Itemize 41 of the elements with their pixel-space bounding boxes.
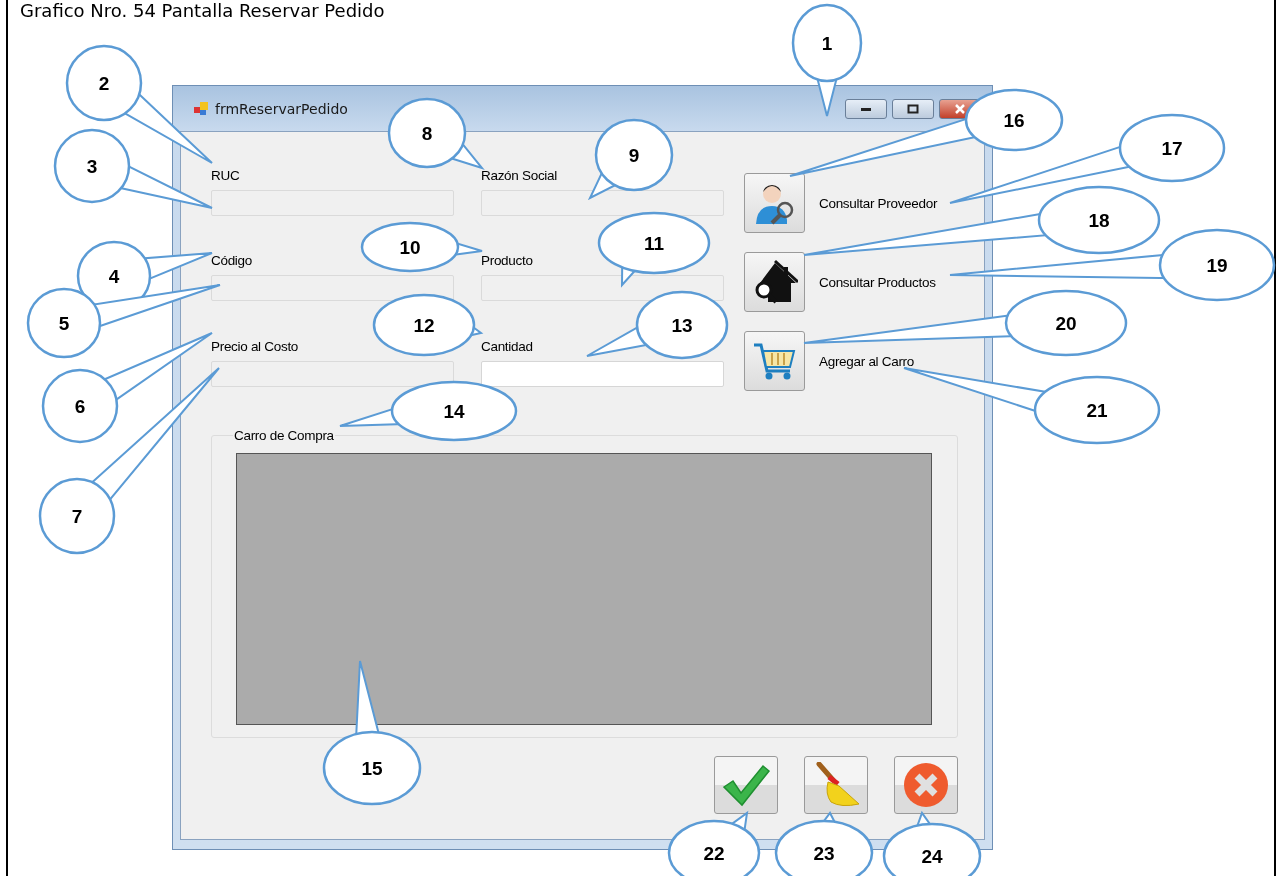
checkmark-icon [721, 763, 771, 807]
cancel-button[interactable] [894, 756, 958, 814]
maximize-button[interactable] [892, 98, 934, 119]
callout: 16 [789, 88, 1064, 177]
callout: 11 [597, 211, 711, 288]
cancel-icon [903, 762, 949, 808]
callout: 1 [791, 3, 863, 117]
action-label: Consultar Proveedor [819, 195, 938, 211]
group-title: Carro de Compra [233, 428, 335, 443]
callout: 21 [903, 367, 1161, 445]
field-label: Producto [481, 253, 534, 270]
callout: 10 [360, 221, 483, 273]
callout: 9 [587, 118, 674, 201]
minimize-button[interactable] [845, 98, 887, 119]
close-icon [954, 102, 966, 115]
accept-button[interactable] [714, 756, 778, 814]
field-label: RUC [211, 168, 241, 184]
callout: 15 [322, 660, 422, 806]
callout: 22 [667, 810, 761, 876]
field-label: Razón Social [481, 168, 558, 184]
search-button[interactable] [744, 252, 805, 312]
callout: 20 [803, 289, 1128, 357]
callout: 6 [41, 332, 213, 444]
figure-caption: Grafico Nro. 54 Pantalla Reservar Pedido [19, 0, 386, 23]
field-label: Código [211, 253, 253, 270]
callout: 14 [339, 380, 518, 442]
cart-icon [751, 341, 798, 381]
callout: 19 [949, 228, 1276, 302]
callout: 24 [882, 810, 982, 876]
window-title: frmReservarPedido [215, 100, 348, 117]
clear-button[interactable] [804, 756, 868, 814]
search-button[interactable] [744, 173, 805, 233]
callout: 8 [387, 97, 485, 170]
maximize-icon [907, 103, 919, 114]
callout: 23 [774, 811, 874, 876]
window-icon [193, 100, 209, 117]
action-label: Consultar Productos [819, 274, 936, 290]
add-to-cart-button[interactable] [744, 331, 805, 391]
field-label: Precio al Costo [211, 338, 300, 355]
text-field[interactable] [481, 360, 724, 387]
callout: 13 [586, 290, 729, 360]
